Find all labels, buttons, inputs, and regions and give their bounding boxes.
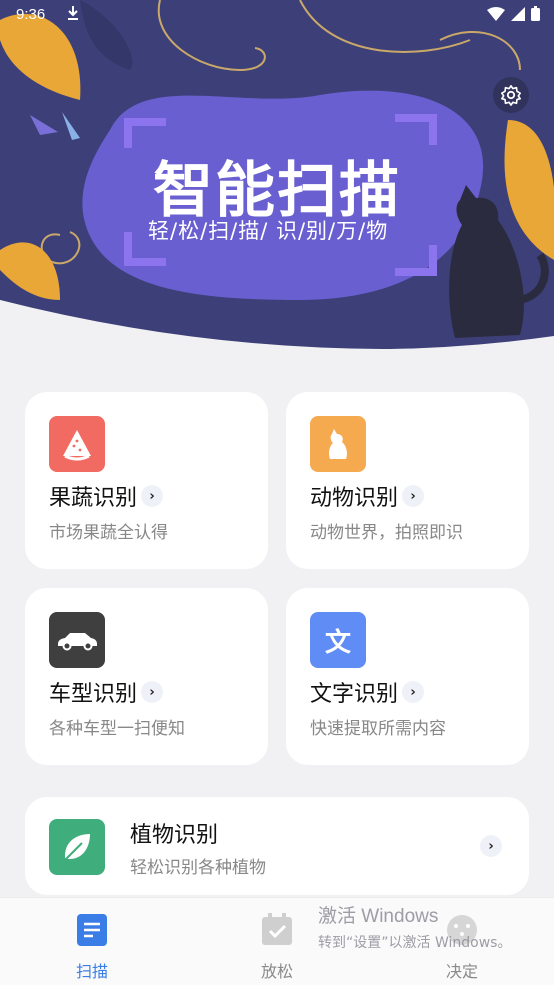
- chevron-right-icon: ›: [141, 681, 164, 703]
- hero-subtitle: 轻/松/扫/描/ 识/别/万/物: [148, 219, 389, 243]
- card-subtitle: 各种车型一扫便知: [49, 719, 185, 739]
- card-subtitle: 动物世界，拍照即识: [310, 523, 463, 543]
- card-animal[interactable]: 动物识别 › 动物世界，拍照即识: [286, 392, 529, 569]
- card-title: 文字识别: [310, 682, 399, 707]
- scan-doc-icon: [77, 914, 107, 946]
- calendar-check-icon: [262, 913, 292, 945]
- card-subtitle: 轻松识别各种植物: [130, 858, 266, 878]
- chevron-right-icon: ›: [402, 681, 425, 703]
- text-icon: 文: [310, 612, 366, 668]
- card-title: 植物识别: [130, 823, 219, 848]
- watermark-line2: 转到“设置”以激活 Windows。: [318, 935, 512, 951]
- nav-tab-relax[interactable]: 放松: [227, 912, 327, 982]
- status-bar: 9:36: [0, 0, 554, 30]
- cat-icon: [310, 416, 366, 472]
- nav-label: 决定: [445, 962, 478, 981]
- car-icon: [49, 612, 105, 668]
- chevron-right-icon: ›: [141, 485, 164, 507]
- settings-button[interactable]: [493, 77, 529, 113]
- wifi-icon: [487, 6, 505, 21]
- card-plant[interactable]: 植物识别 轻松识别各种植物 ›: [25, 797, 529, 895]
- nav-tab-scan[interactable]: 扫描: [42, 912, 142, 982]
- card-title: 车型识别: [49, 682, 138, 707]
- gear-icon: [501, 85, 521, 106]
- windows-activation-watermark: 激活 Windows 转到“设置”以激活 Windows。: [318, 901, 511, 952]
- card-fruit-veg[interactable]: 果蔬识别 › 市场果蔬全认得: [25, 392, 268, 569]
- card-subtitle: 快速提取所需内容: [310, 719, 446, 739]
- battery-icon: [531, 6, 540, 21]
- card-text[interactable]: 文 文字识别 › 快速提取所需内容: [286, 588, 529, 765]
- card-title: 动物识别: [310, 486, 399, 511]
- card-car[interactable]: 车型识别 › 各种车型一扫便知: [25, 588, 268, 765]
- nav-label: 扫描: [75, 962, 108, 981]
- card-title: 果蔬识别: [49, 486, 138, 511]
- signal-icon: [511, 6, 525, 21]
- chevron-right-icon: ›: [480, 835, 502, 857]
- hero-banner: 9:36 智能扫描 轻/松/扫/描/ 识/别/万/物: [0, 0, 554, 360]
- chevron-right-icon: ›: [402, 485, 425, 507]
- watermark-line1: 激活 Windows: [318, 906, 439, 927]
- watermelon-icon: [49, 416, 105, 472]
- download-icon: [66, 4, 80, 26]
- card-subtitle: 市场果蔬全认得: [49, 523, 168, 543]
- nav-label: 放松: [260, 962, 293, 981]
- status-time: 9:36: [16, 6, 46, 23]
- leaf-icon: [49, 819, 105, 875]
